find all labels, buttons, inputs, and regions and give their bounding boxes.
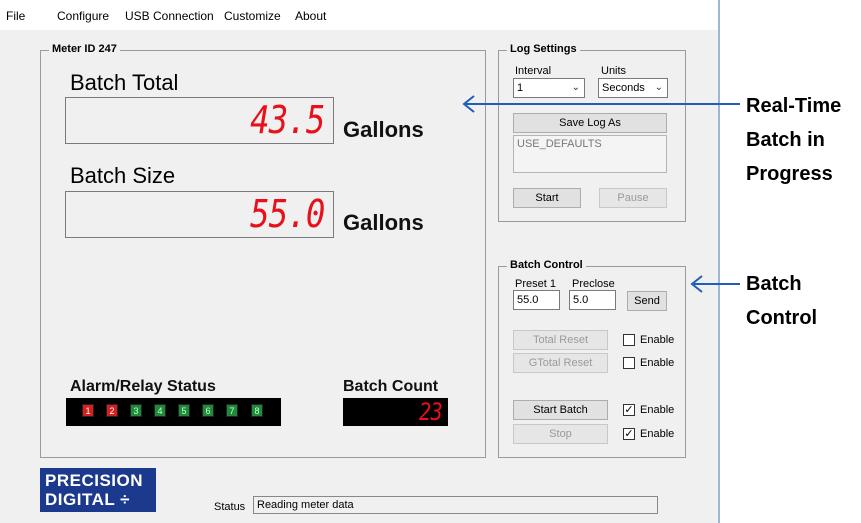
batch-control-annotation: Batch Control [746,267,817,335]
realtime-annotation-line-1: Real-Time [746,95,842,117]
realtime-annotation-line-2: Batch in [746,129,825,151]
realtime-arrow-icon [462,95,740,113]
batch-control-arrow-icon [690,275,740,293]
batch-control-annotation-line-2: Control [746,307,818,329]
realtime-annotation: Real-Time Batch in Progress [746,89,841,191]
annotation-arrows [462,95,740,293]
realtime-annotation-line-3: Progress [746,163,833,185]
batch-control-annotation-line-1: Batch [746,273,802,295]
